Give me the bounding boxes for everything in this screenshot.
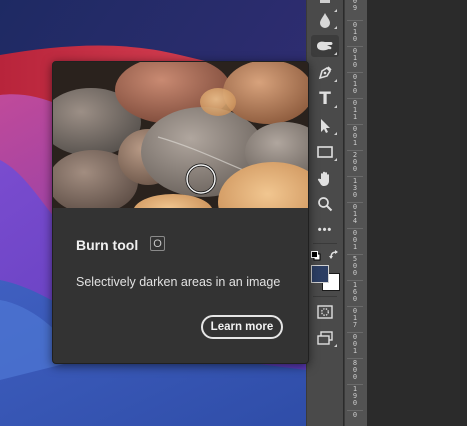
ruler-label: 001 — [347, 332, 363, 355]
ruler-label: 500 — [347, 254, 363, 277]
tools-panel: T ••• — [306, 0, 343, 426]
ruler-digit: 4 — [352, 217, 358, 225]
vertical-ruler: 0901001001001100120013001400150016001700… — [344, 0, 368, 426]
ruler-digit: 1 — [352, 243, 358, 251]
pen-icon — [317, 65, 333, 81]
ruler-label: 017 — [347, 306, 363, 329]
default-colors-button[interactable] — [311, 248, 321, 261]
hand-icon — [317, 170, 333, 187]
ruler-digit: 0 — [352, 399, 358, 407]
ruler-digit: 0 — [352, 269, 358, 277]
swap-arrow-icon — [328, 248, 340, 265]
drop-icon — [318, 12, 332, 28]
burn-hand-icon — [316, 39, 334, 53]
ruler-digit: 1 — [352, 347, 358, 355]
ruler-label: 001 — [347, 124, 363, 147]
type-icon: T — [319, 89, 331, 109]
ruler-digit: 0 — [352, 373, 358, 381]
ruler-digit: 0 — [352, 295, 358, 303]
canvas-area — [367, 0, 467, 426]
partial-tool-icon — [318, 0, 332, 7]
rectangle-tool-button[interactable] — [311, 141, 339, 163]
more-icon: ••• — [317, 224, 333, 236]
ruler-digit: 0 — [352, 35, 358, 43]
quick-mask-button[interactable] — [311, 301, 339, 323]
pen-tool-button[interactable] — [311, 62, 339, 84]
ruler-label: 800 — [347, 358, 363, 381]
foreground-color-swatch[interactable] — [311, 265, 329, 283]
hand-tool-button[interactable] — [311, 167, 339, 189]
ruler-label: 010 — [347, 46, 363, 69]
screen-mode-button[interactable] — [311, 327, 339, 349]
ruler-label: 190 — [347, 384, 363, 407]
ruler-label: 001 — [347, 228, 363, 251]
edit-toolbar-button[interactable]: ••• — [311, 219, 339, 241]
ruler-label: 09 — [347, 0, 363, 12]
ruler-label: 010 — [347, 20, 363, 43]
type-tool-button[interactable]: T — [311, 88, 339, 110]
default-colors-icon — [311, 248, 321, 265]
ruler-label: 014 — [347, 202, 363, 225]
tool-preview-image — [53, 62, 308, 208]
rectangle-icon — [317, 145, 333, 159]
tooltip-description: Selectively darken areas in an image — [76, 275, 281, 289]
magnifier-icon — [317, 196, 333, 212]
tooltip-title: Burn tool — [76, 237, 139, 253]
ruler-digit: 0 — [352, 87, 358, 95]
arrow-select-icon — [318, 118, 332, 134]
ruler-label: 130 — [347, 176, 363, 199]
ruler-label: 200 — [347, 150, 363, 173]
ruler-digit: 9 — [352, 4, 358, 12]
learn-more-button[interactable]: Learn more — [201, 315, 283, 339]
burn-tool-button[interactable] — [311, 35, 339, 57]
ruler-label: 0 — [347, 410, 363, 419]
ruler-digit: 0 — [352, 165, 358, 173]
zoom-tool-button[interactable] — [311, 193, 339, 215]
shortcut-key-badge: O — [150, 236, 165, 251]
ruler-digit: 1 — [352, 113, 358, 121]
quick-mask-icon — [317, 305, 333, 319]
ruler-digit: 1 — [352, 139, 358, 147]
rich-tooltip-card: Burn tool O Selectively darken areas in … — [52, 61, 309, 364]
screen-mode-icon — [317, 331, 333, 345]
ruler-digit: 0 — [352, 191, 358, 199]
ruler-digit: 0 — [352, 411, 358, 419]
ruler-digit: 0 — [352, 61, 358, 69]
ruler-label: 010 — [347, 72, 363, 95]
ruler-label: 011 — [347, 98, 363, 121]
blur-tool-button[interactable] — [311, 9, 339, 31]
ruler-label: 160 — [347, 280, 363, 303]
path-selection-tool-button[interactable] — [311, 115, 339, 137]
ruler-digit: 7 — [352, 321, 358, 329]
swap-colors-button[interactable] — [328, 248, 340, 260]
